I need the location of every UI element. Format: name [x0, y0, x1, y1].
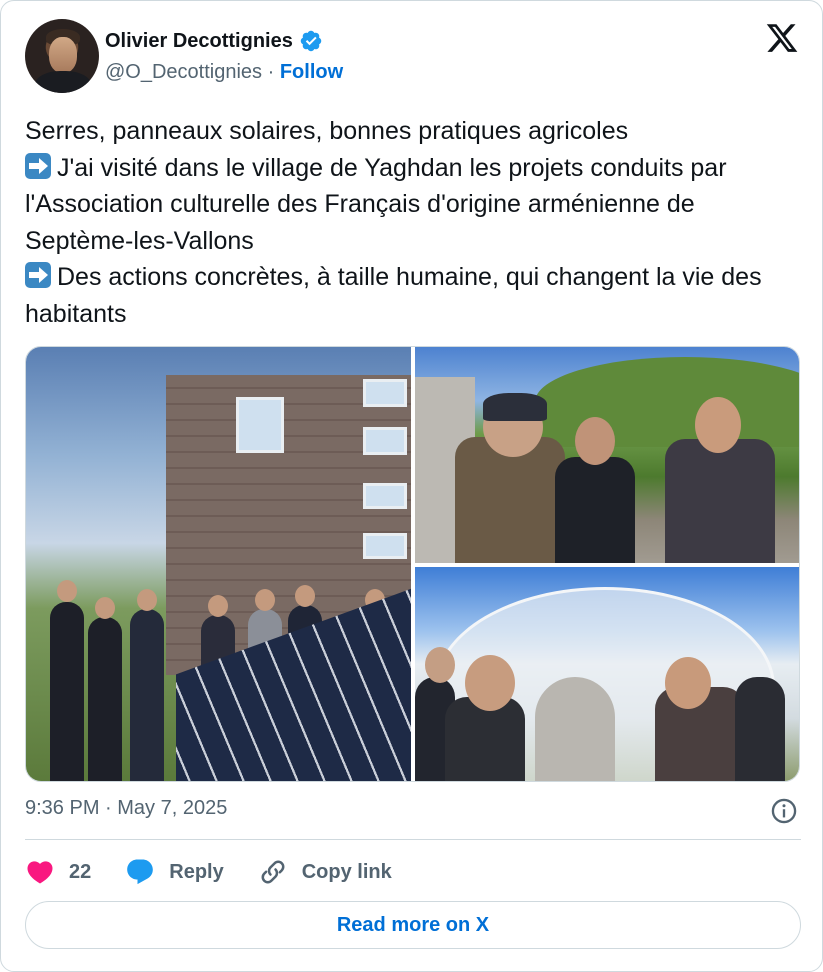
like-count: 22 [69, 860, 92, 883]
author-avatar[interactable] [25, 19, 99, 93]
handle-separator: · [267, 61, 275, 83]
tweet-text: Serres, panneaux solaires, bonnes pratiq… [25, 113, 801, 332]
author-name[interactable]: Olivier Decottignies [105, 30, 293, 53]
divider [25, 839, 801, 840]
copy-link-label: Copy link [301, 860, 392, 883]
reply-button[interactable]: Reply [125, 857, 224, 887]
tweet-line-3: Des actions concrètes, à taille humaine,… [25, 263, 769, 328]
tweet-actions: 22 Reply Copy link [25, 854, 426, 890]
photo-village-visit[interactable] [415, 347, 799, 563]
heart-icon [27, 861, 53, 884]
x-logo-icon[interactable] [765, 21, 799, 55]
read-more-button[interactable]: Read more on X [25, 901, 801, 949]
tweet-line-2: J'ai visité dans le village de Yaghdan l… [25, 153, 734, 255]
link-icon [261, 860, 285, 884]
info-icon[interactable] [770, 797, 798, 825]
verified-badge-icon [300, 30, 322, 52]
tweet-header: Olivier Decottignies @O_Decottignies · F… [25, 19, 801, 93]
author-handle[interactable]: @O_Decottignies [105, 61, 262, 83]
photo-greenhouse[interactable] [415, 567, 799, 781]
tweet-line-1: Serres, panneaux solaires, bonnes pratiq… [25, 117, 629, 145]
author-name-row: Olivier Decottignies [105, 29, 323, 53]
copy-link-button[interactable]: Copy link [258, 857, 392, 887]
tweet-timestamp[interactable]: 9:36 PM · May 7, 2025 [25, 797, 227, 820]
like-button[interactable]: 22 [25, 857, 91, 887]
tweet-card: Olivier Decottignies @O_Decottignies · F… [0, 0, 823, 972]
follow-button[interactable]: Follow [280, 61, 343, 83]
photo-solar-panels[interactable] [26, 347, 411, 781]
author-handle-row: @O_Decottignies · Follow [105, 61, 343, 84]
tweet-media-grid [25, 346, 800, 782]
reply-label: Reply [169, 860, 224, 883]
arrow-right-icon [25, 152, 51, 179]
arrow-right-icon [25, 262, 51, 288]
reply-bubble-icon [127, 859, 154, 885]
